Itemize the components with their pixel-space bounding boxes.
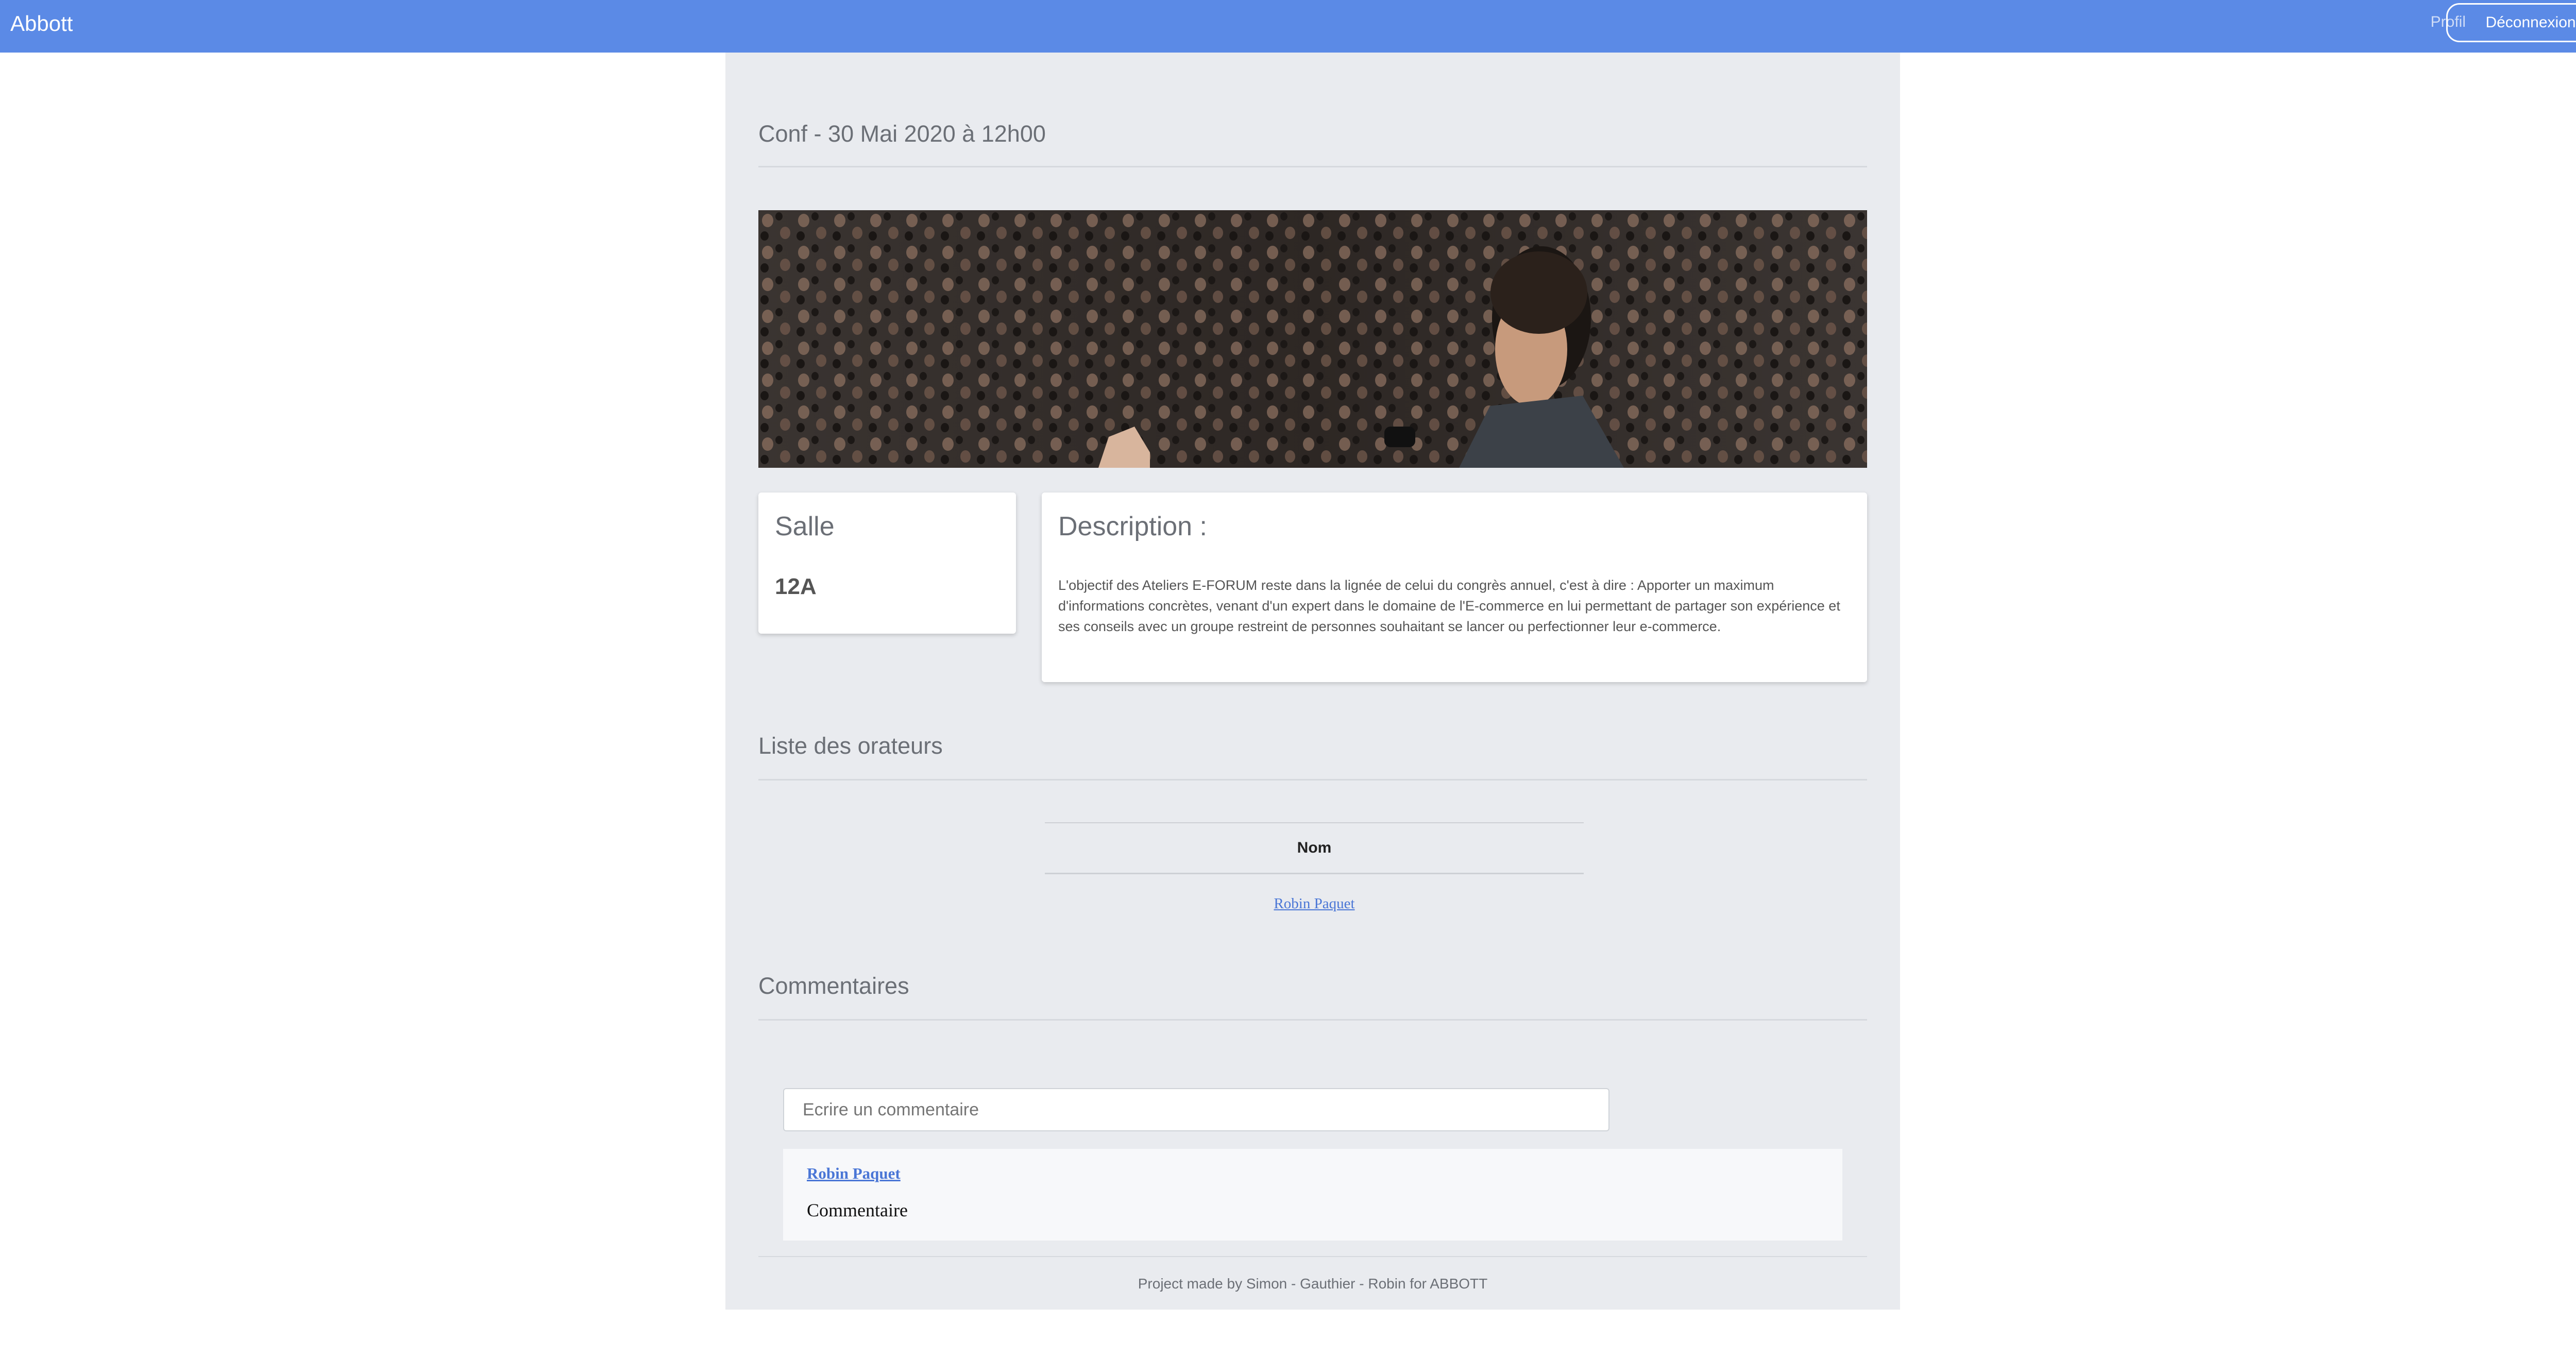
conference-banner-image [758, 210, 1867, 468]
comment-author-link[interactable]: Robin Paquet [807, 1164, 901, 1183]
footer-divider [758, 1256, 1867, 1257]
audience-photo [758, 210, 1867, 468]
logout-button[interactable]: Déconnexion [2446, 3, 2576, 42]
description-text: L'objectif des Ateliers E-FORUM reste da… [1058, 578, 1840, 634]
main-content: Conf - 30 Mai 2020 à 12h00 Salle 12A Des… [725, 53, 1900, 1310]
room-card: Salle 12A [758, 493, 1016, 634]
event-title: Conf - 30 Mai 2020 à 12h00 [758, 121, 1046, 147]
footer-credits: Project made by Simon - Gauthier - Robin… [1138, 1276, 1488, 1292]
comments-section-title: Commentaires [758, 973, 909, 999]
room-card-title: Salle [775, 512, 835, 541]
brand-logo[interactable]: Abbott [10, 11, 73, 36]
description-card-title: Description : [1058, 512, 1207, 541]
room-number: 12A [775, 574, 817, 599]
top-navbar: Abbott Profil Déconnexion [0, 0, 2576, 53]
speakers-section-title: Liste des orateurs [758, 733, 943, 759]
speaker-link[interactable]: Robin Paquet [1045, 895, 1584, 912]
comments-divider [758, 1019, 1867, 1021]
title-divider [758, 166, 1867, 167]
speakers-divider [758, 779, 1867, 781]
comment-item: Robin Paquet Commentaire [783, 1149, 1842, 1241]
speakers-table-header: Nom [1045, 822, 1584, 874]
description-card: Description : L'objectif des Ateliers E-… [1042, 493, 1867, 682]
comment-text: Commentaire [807, 1200, 908, 1220]
comment-input[interactable] [783, 1088, 1609, 1131]
